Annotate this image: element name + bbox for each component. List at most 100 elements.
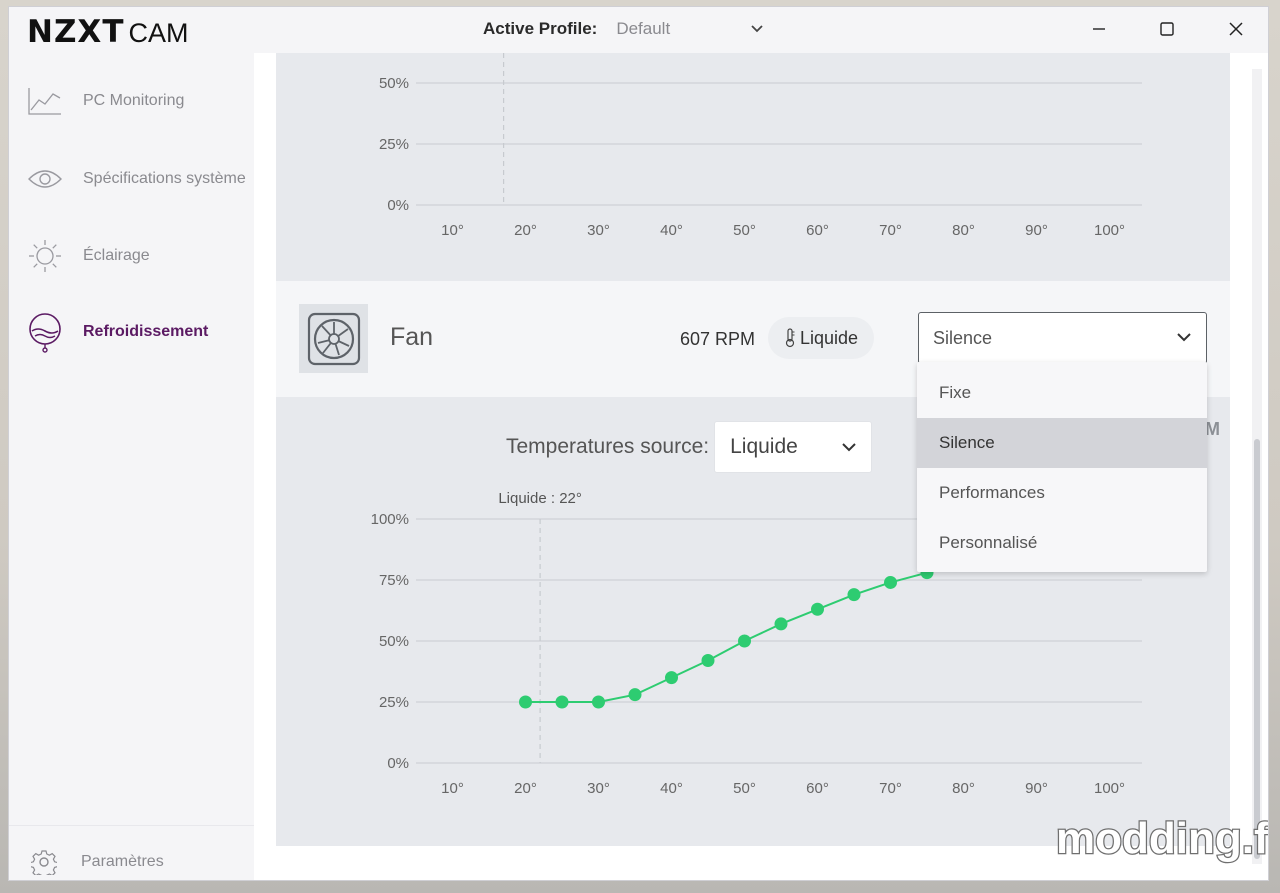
fan-curve-point[interactable] bbox=[774, 617, 788, 631]
x-tick-label: 40° bbox=[660, 222, 683, 239]
dropdown-option-label: Personnalisé bbox=[939, 533, 1038, 552]
sidebar-item-label: Spécifications système bbox=[83, 170, 246, 187]
title-bar: NZXT CAM Active Profile: Default bbox=[9, 7, 1268, 53]
fan-curve-point[interactable] bbox=[628, 688, 642, 702]
sidebar-item-label: Paramètres bbox=[81, 853, 164, 870]
sidebar-item-label: Refroidissement bbox=[83, 323, 209, 340]
dropdown-option-silence[interactable]: Silence bbox=[917, 418, 1207, 468]
sidebar-item-pc-monitoring[interactable]: PC Monitoring bbox=[26, 82, 184, 120]
sidebar-item-label: Éclairage bbox=[83, 247, 150, 264]
watermark-logo: modding.fr French touch bbox=[1055, 813, 1268, 878]
close-icon[interactable] bbox=[1226, 19, 1246, 39]
sidebar-item-lighting[interactable]: Éclairage bbox=[26, 237, 150, 275]
fan-mode-dropdown: Fixe Silence Performances Personnalisé bbox=[917, 362, 1207, 572]
sidebar-item-system-specs[interactable]: Spécifications système bbox=[26, 160, 246, 198]
x-tick-label: 20° bbox=[514, 780, 537, 797]
thermometer-icon bbox=[785, 328, 795, 348]
y-tick-label: 0% bbox=[387, 197, 409, 214]
x-tick-label: 60° bbox=[806, 780, 829, 797]
x-tick-label: 90° bbox=[1025, 780, 1048, 797]
chevron-down-icon bbox=[1177, 333, 1191, 342]
dropdown-option-label: Fixe bbox=[939, 383, 972, 402]
y-tick-label: 100% bbox=[371, 511, 409, 528]
fan-rpm: 607 RPM bbox=[680, 329, 756, 349]
fan-name: Fan bbox=[390, 323, 434, 351]
dropdown-option-personnalise[interactable]: Personnalisé bbox=[917, 518, 1207, 568]
chevron-down-icon[interactable] bbox=[750, 22, 764, 36]
fan-mode-value: Silence bbox=[933, 327, 993, 348]
x-tick-label: 10° bbox=[441, 780, 464, 797]
fan-icon bbox=[299, 304, 368, 373]
dropdown-option-performances[interactable]: Performances bbox=[917, 468, 1207, 518]
gear-icon bbox=[29, 843, 59, 880]
x-tick-label: 90° bbox=[1025, 222, 1048, 239]
x-tick-label: 100° bbox=[1094, 222, 1125, 239]
fan-curve-point[interactable] bbox=[555, 695, 569, 709]
fan-curve-point[interactable] bbox=[701, 654, 715, 668]
app-logo: NZXT CAM bbox=[27, 14, 188, 50]
sidebar-item-cooling[interactable]: Refroidissement bbox=[26, 313, 209, 353]
fan-curve-point[interactable] bbox=[592, 695, 605, 709]
previous-fan-curve-panel: 50% 25% 0% 10° 20° 30° 40° 50° 60° 70° 80° 90° 100° bbox=[276, 53, 1230, 281]
dropdown-option-label: Performances bbox=[939, 483, 1045, 502]
x-tick-label: 30° bbox=[587, 222, 610, 239]
y-tick-label: 25% bbox=[379, 694, 409, 711]
sun-icon bbox=[26, 237, 64, 275]
fan-curve-point[interactable] bbox=[847, 588, 861, 602]
profile-selector[interactable]: Active Profile: Default bbox=[483, 19, 764, 39]
x-tick-label: 50° bbox=[733, 222, 756, 239]
temperature-source-label: Temperatures source: bbox=[506, 435, 710, 458]
x-tick-label: 20° bbox=[514, 222, 537, 239]
partial-label: M bbox=[1205, 419, 1220, 439]
fan-curve-point[interactable] bbox=[811, 602, 824, 616]
temperature-source-select[interactable]: Liquide bbox=[714, 421, 873, 473]
y-tick-label: 75% bbox=[379, 572, 409, 589]
x-tick-label: 60° bbox=[806, 222, 829, 239]
x-tick-label: 70° bbox=[879, 780, 902, 797]
fan-curve-point[interactable] bbox=[519, 695, 532, 709]
watermark-text: modding.fr bbox=[1056, 814, 1268, 863]
profile-label: Active Profile: bbox=[483, 19, 598, 38]
watermark-tagline: French touch bbox=[1140, 866, 1204, 878]
maximize-icon[interactable] bbox=[1157, 19, 1177, 39]
dropdown-option-label: Silence bbox=[939, 433, 995, 452]
previous-fan-curve-chart: 50% 25% 0% 10° 20° 30° 40° 50° 60° 70° 80° 90° 100° bbox=[379, 53, 1142, 239]
temperature-source-value: Liquide bbox=[730, 435, 798, 458]
x-tick-label: 10° bbox=[441, 222, 464, 239]
scrollbar-thumb[interactable] bbox=[1254, 439, 1260, 859]
fan-curve-point[interactable] bbox=[738, 634, 751, 648]
sidebar-item-settings[interactable]: Paramètres bbox=[29, 843, 164, 880]
eye-icon bbox=[26, 160, 64, 198]
x-tick-label: 50° bbox=[733, 780, 756, 797]
minimize-icon[interactable] bbox=[1089, 19, 1109, 39]
y-tick-label: 0% bbox=[387, 755, 409, 772]
profile-value[interactable]: Default bbox=[616, 19, 670, 39]
scrollbar[interactable] bbox=[1252, 69, 1262, 864]
fan-mode-select[interactable]: Silence bbox=[918, 312, 1207, 364]
sidebar-divider bbox=[9, 825, 254, 826]
sidebar: PC Monitoring Spécifications système Écl… bbox=[9, 53, 254, 880]
product-name: CAM bbox=[128, 18, 189, 48]
chevron-down-icon bbox=[842, 443, 856, 452]
x-tick-label: 40° bbox=[660, 780, 683, 797]
brand-name: NZXT bbox=[27, 14, 125, 50]
line-chart-icon bbox=[26, 82, 64, 120]
dropdown-option-fixe[interactable]: Fixe bbox=[917, 368, 1207, 418]
fan-curve-point[interactable] bbox=[665, 671, 678, 685]
sidebar-item-label: PC Monitoring bbox=[83, 92, 185, 109]
y-tick-label: 50% bbox=[379, 633, 409, 650]
fan-curve-line bbox=[525, 571, 928, 703]
y-tick-label: 25% bbox=[379, 136, 409, 153]
x-tick-label: 30° bbox=[587, 780, 610, 797]
x-tick-label: 100° bbox=[1094, 780, 1125, 797]
x-tick-label: 80° bbox=[952, 780, 975, 797]
y-tick-label: 50% bbox=[379, 75, 409, 92]
fan-source-badge: Liquide bbox=[768, 317, 875, 359]
cooling-icon bbox=[26, 313, 64, 353]
x-tick-label: 80° bbox=[952, 222, 975, 239]
fan-source-label: Liquide bbox=[800, 327, 859, 348]
fan-curve-point[interactable] bbox=[884, 575, 897, 589]
temperature-marker-label: Liquide : 22° bbox=[498, 490, 582, 507]
x-tick-label: 70° bbox=[879, 222, 902, 239]
temperature-source: Temperatures source: Liquide bbox=[506, 421, 873, 473]
